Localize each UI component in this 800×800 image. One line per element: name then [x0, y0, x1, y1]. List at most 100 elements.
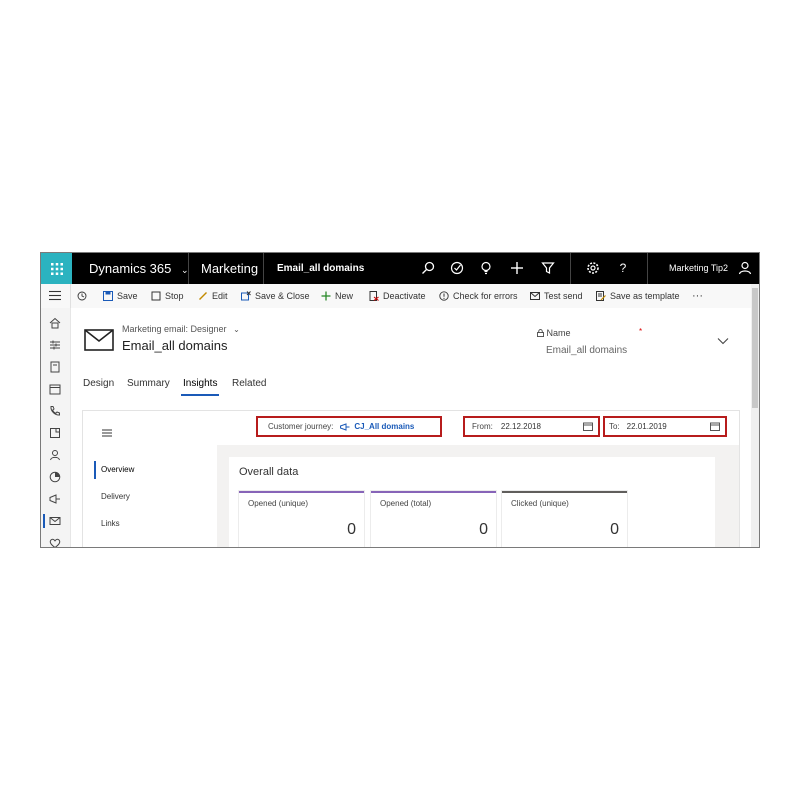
app-name[interactable]: Marketing	[201, 253, 258, 284]
pencil-icon	[199, 292, 207, 300]
nav-delivery[interactable]: Delivery	[101, 492, 130, 501]
divider	[570, 253, 571, 284]
emails-nav[interactable]	[49, 515, 61, 527]
deactivate-icon	[369, 291, 379, 301]
more-commands-button[interactable]: ···	[692, 284, 703, 308]
tab-summary[interactable]: Summary	[127, 378, 170, 389]
from-label: From:	[472, 422, 493, 431]
record-name: Email_all domains	[277, 263, 365, 274]
notes-nav[interactable]	[49, 427, 61, 439]
plus-icon	[321, 291, 331, 301]
to-date-value: 22.01.2019	[626, 422, 667, 431]
calendar-icon[interactable]	[583, 422, 593, 431]
tasks-button[interactable]	[450, 261, 464, 275]
app-launcher-button[interactable]	[41, 253, 72, 284]
insights-content: Overall data Opened (unique) 0 Opened (t…	[217, 445, 739, 547]
events-nav[interactable]	[49, 383, 61, 395]
home-icon	[49, 317, 61, 329]
settings-button[interactable]	[586, 261, 600, 275]
stop-button[interactable]: Stop	[151, 284, 184, 308]
calendar-icon[interactable]	[710, 422, 720, 431]
pages-nav[interactable]	[49, 361, 61, 373]
save-template-button[interactable]: Save as template	[596, 284, 680, 308]
tab-design[interactable]: Design	[83, 378, 114, 389]
metric-tile: Clicked (unique) 0	[502, 491, 627, 547]
new-record-button[interactable]	[510, 261, 524, 275]
brand-label: Dynamics 365	[89, 261, 172, 276]
waffle-icon	[50, 262, 63, 275]
test-send-label: Test send	[544, 291, 583, 301]
document-icon	[50, 361, 60, 373]
journey-link[interactable]: CJ_All domains	[354, 422, 414, 431]
new-button[interactable]: New	[321, 284, 353, 308]
divider	[647, 253, 648, 284]
form-selector[interactable]: Marketing email: Designer ⌄	[122, 324, 240, 334]
tab-related[interactable]: Related	[232, 378, 266, 389]
expand-header-button[interactable]	[717, 337, 729, 345]
save-close-button[interactable]: Save & Close	[241, 284, 310, 308]
history-button[interactable]	[77, 284, 91, 308]
tile-accent	[239, 491, 364, 493]
nav-links[interactable]: Links	[101, 519, 120, 528]
person-icon	[50, 450, 60, 461]
phone-nav[interactable]	[49, 405, 61, 417]
segments-nav[interactable]	[49, 471, 61, 483]
favorites-nav[interactable]	[49, 537, 61, 547]
journeys-nav[interactable]	[49, 493, 61, 505]
edit-button[interactable]: Edit	[198, 284, 228, 308]
save-button[interactable]: Save	[103, 284, 138, 308]
active-indicator	[94, 461, 96, 479]
customer-journey-filter[interactable]: Customer journey: CJ_All domains	[256, 416, 442, 437]
contacts-nav[interactable]	[49, 449, 61, 461]
nav-overview[interactable]: Overview	[101, 465, 134, 474]
deactivate-button[interactable]: Deactivate	[369, 284, 426, 308]
check-circle-icon	[450, 261, 464, 275]
from-date-filter[interactable]: From: 22.12.2018	[463, 416, 600, 437]
page-title: Email_all domains	[122, 338, 228, 353]
scrollbar-thumb[interactable]	[752, 288, 758, 408]
check-errors-button[interactable]: Check for errors	[439, 284, 518, 308]
deactivate-label: Deactivate	[383, 291, 426, 301]
megaphone-icon	[49, 494, 60, 504]
search-button[interactable]	[421, 261, 435, 275]
gear-icon	[587, 262, 599, 274]
user-profile-button[interactable]	[738, 261, 752, 275]
insights-sidenav: Overview Delivery Links	[83, 445, 216, 547]
info-circle-icon	[439, 291, 449, 301]
form-label: Marketing email: Designer	[122, 324, 227, 334]
help-icon[interactable]: ?	[616, 261, 630, 275]
main-content: Marketing email: Designer ⌄ Email_all do…	[71, 308, 751, 547]
to-date-filter[interactable]: To: 22.01.2019	[603, 416, 727, 437]
divider	[188, 253, 189, 284]
user-name[interactable]: Marketing Tip2	[669, 253, 728, 284]
ideas-button[interactable]	[479, 261, 493, 275]
save-template-label: Save as template	[610, 291, 680, 301]
check-errors-label: Check for errors	[453, 291, 518, 301]
recent-nav[interactable]	[49, 339, 61, 351]
test-send-button[interactable]: Test send	[530, 284, 583, 308]
divider	[70, 284, 71, 308]
person-icon	[738, 261, 752, 275]
template-icon	[596, 291, 606, 301]
tab-active-underline	[181, 394, 219, 396]
brand-switcher[interactable]: Dynamics 365 ⌄	[89, 253, 189, 284]
from-date-value: 22.12.2018	[500, 422, 541, 431]
hamburger-icon[interactable]	[102, 429, 112, 437]
metric-tile: Opened (total) 0	[371, 491, 496, 547]
to-label: To:	[609, 422, 620, 431]
sliders-icon	[50, 340, 60, 350]
home-nav[interactable]	[49, 317, 61, 329]
calendar-icon	[49, 384, 61, 395]
tab-insights[interactable]: Insights	[183, 378, 217, 389]
vertical-scrollbar[interactable]	[751, 284, 759, 547]
card-title: Overall data	[239, 466, 299, 478]
save-close-label: Save & Close	[255, 291, 310, 301]
name-field[interactable]: Email_all domains	[546, 345, 627, 356]
metric-tile: Opened (unique) 0	[239, 491, 364, 547]
pie-icon	[49, 471, 61, 483]
filter-button[interactable]	[541, 261, 555, 275]
left-nav-rail	[41, 308, 71, 547]
metric-value: 0	[479, 521, 488, 538]
stop-icon	[151, 291, 161, 301]
hamburger-icon[interactable]	[49, 290, 61, 301]
